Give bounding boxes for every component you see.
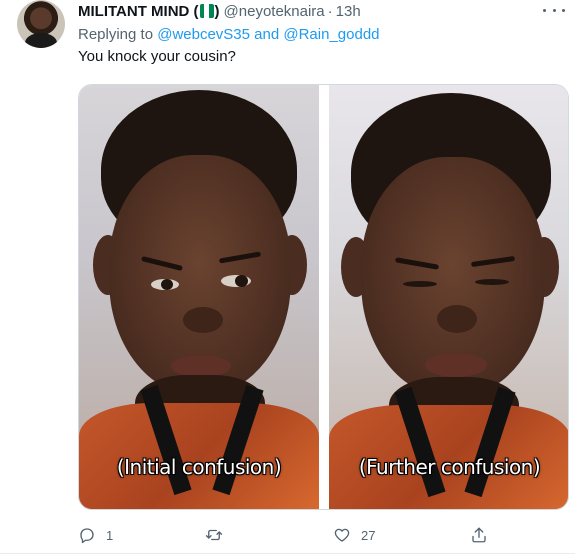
mention-link-1[interactable]: @webcevS35 <box>157 26 250 43</box>
user-handle[interactable]: @neyoteknaira <box>224 3 325 20</box>
replying-prefix: Replying to <box>78 26 158 43</box>
avatar[interactable] <box>17 0 65 48</box>
separator-dot: · <box>327 2 333 20</box>
timestamp[interactable]: 13h <box>336 3 361 20</box>
tweet-header: MILITANT MIND ( ) @neyoteknaira · 13h <box>78 1 361 21</box>
tweet-text: You knock your cousin? <box>78 48 236 65</box>
mention-and[interactable]: and <box>250 26 283 43</box>
display-name[interactable]: MILITANT MIND ( <box>78 3 199 20</box>
meme-panel-left: (Initial confusion) <box>79 85 319 509</box>
nigeria-flag-icon <box>199 4 214 18</box>
tweet-actions: 1 27 <box>78 523 498 547</box>
share-button[interactable] <box>470 523 488 547</box>
display-name-close: ) <box>214 2 220 20</box>
reply-button[interactable]: 1 <box>78 523 113 547</box>
tweet[interactable]: MILITANT MIND ( ) @neyoteknaira · 13h Re… <box>0 0 575 554</box>
mention-link-2[interactable]: @Rain_goddd <box>283 26 379 43</box>
like-button[interactable]: 27 <box>333 523 375 547</box>
comment-icon <box>80 528 94 544</box>
more-icon[interactable] <box>543 3 565 17</box>
caption-initial-confusion: (Initial confusion) <box>116 455 282 479</box>
retweet-icon <box>205 529 223 541</box>
share-icon <box>472 527 486 543</box>
caption-further-confusion: (Further confusion) <box>358 455 541 479</box>
meme-panel-right: (Further confusion) <box>329 85 568 509</box>
like-count: 27 <box>361 527 376 543</box>
reply-count: 1 <box>106 527 114 543</box>
tweet-media-image[interactable]: (Initial confusion) (Further confusion) <box>78 84 569 510</box>
heart-icon <box>334 528 350 542</box>
retweet-button[interactable] <box>205 523 233 547</box>
replying-to: Replying to @webcevS35 and @Rain_goddd <box>78 26 380 43</box>
